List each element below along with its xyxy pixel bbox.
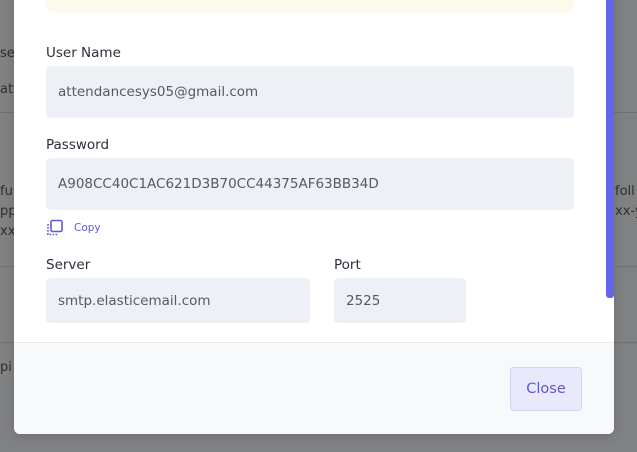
modal-scrollbar[interactable]: [606, 0, 614, 298]
background-text: fu: [0, 184, 13, 199]
background-text: foll: [615, 184, 635, 199]
copy-label: Copy: [74, 222, 101, 234]
server-label: Server: [46, 257, 91, 273]
smtp-details-modal: User Name attendancesys05@gmail.com Pass…: [14, 0, 614, 434]
password-field[interactable]: A908CC40C1AC621D3B70CC44375AF63BB34D: [46, 158, 574, 210]
modal-footer: Close: [14, 342, 614, 434]
copy-button[interactable]: Copy: [46, 219, 101, 237]
background-text: xx-y: [615, 204, 637, 219]
copy-icon: [46, 219, 64, 237]
password-label: Password: [46, 137, 110, 153]
background-text: pi: [0, 360, 12, 375]
port-label: Port: [334, 257, 361, 273]
port-field[interactable]: 2525: [334, 278, 466, 323]
username-field[interactable]: attendancesys05@gmail.com: [46, 66, 574, 118]
server-field[interactable]: smtp.elasticemail.com: [46, 278, 310, 323]
notice-banner: [46, 0, 574, 13]
username-label: User Name: [46, 45, 121, 61]
close-button[interactable]: Close: [510, 367, 582, 411]
